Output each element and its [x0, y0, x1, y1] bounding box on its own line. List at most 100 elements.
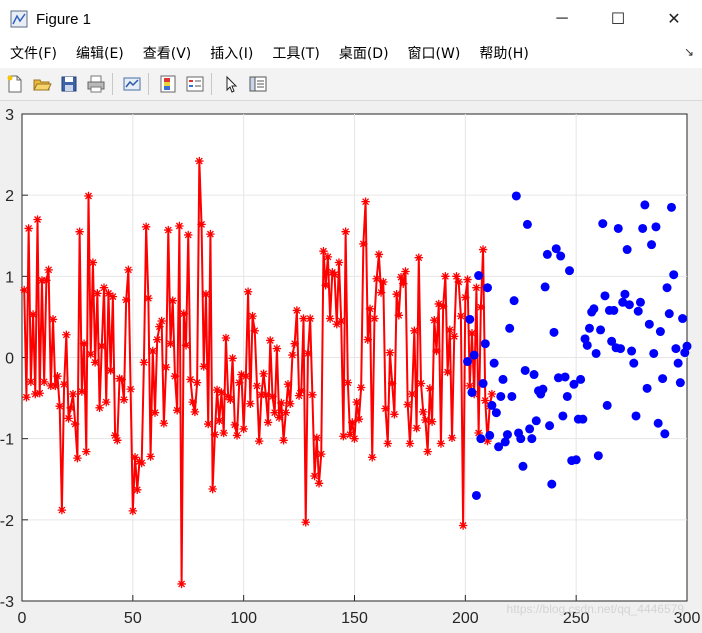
print-icon[interactable] — [84, 72, 108, 96]
watermark-text: https://blog.csdn.net/qq_4446579 — [507, 602, 685, 616]
data-point-star — [201, 289, 211, 299]
menu-view[interactable]: 查看(V) — [133, 43, 201, 63]
data-point-dot — [565, 266, 575, 276]
new-figure-icon[interactable] — [3, 72, 27, 96]
data-point-dot — [644, 319, 654, 329]
data-point-star — [425, 384, 435, 393]
data-point-star — [314, 479, 324, 488]
menu-help[interactable]: 帮助(H) — [469, 43, 537, 63]
menu-window[interactable]: 窗口(W) — [398, 43, 470, 63]
data-point-dot — [651, 222, 661, 232]
data-point-star — [261, 390, 271, 400]
data-point-dot — [596, 325, 606, 335]
data-point-star — [57, 505, 67, 515]
data-point-dot — [647, 240, 657, 250]
data-point-star — [370, 314, 379, 323]
data-point-star — [310, 471, 319, 481]
data-point-star — [301, 518, 310, 527]
data-point-dot — [483, 283, 492, 293]
data-point-star — [365, 304, 375, 313]
data-point-dot — [662, 283, 672, 293]
open-icon[interactable] — [30, 72, 54, 96]
data-point-dot — [498, 374, 508, 384]
data-point-star — [246, 399, 255, 408]
data-point-dot — [525, 424, 535, 434]
data-point-dot — [638, 223, 648, 233]
data-point-dot — [613, 223, 623, 233]
data-point-star — [44, 265, 53, 275]
data-point-star — [450, 332, 459, 341]
data-point-star — [478, 245, 488, 254]
data-point-star — [179, 309, 189, 318]
data-point-star — [325, 314, 335, 323]
data-point-star — [341, 227, 350, 236]
data-point-star — [35, 389, 44, 398]
figure-toolbar — [0, 68, 702, 101]
data-point-star — [230, 420, 239, 430]
chart[interactable]: 0 50 100 150 200 250 300-3-2-10123 https://blo… — [0, 101, 702, 628]
pointer-icon[interactable] — [219, 72, 243, 96]
toolbar-separator — [112, 73, 113, 95]
data-point-dot — [620, 289, 630, 299]
data-point-star — [235, 378, 244, 387]
data-point-dot — [624, 300, 634, 310]
data-point-star — [66, 403, 75, 413]
data-point-dot — [584, 323, 594, 333]
data-point-star — [250, 326, 259, 335]
menu-edit[interactable]: 编辑(E) — [66, 43, 133, 63]
data-point-star — [55, 402, 64, 411]
menu-file[interactable]: 文件(F) — [0, 43, 66, 63]
link-plot-icon[interactable] — [120, 72, 144, 96]
menu-insert[interactable]: 插入(I) — [200, 43, 262, 63]
plot-tools-icon[interactable] — [246, 72, 270, 96]
data-point-dot — [649, 348, 659, 358]
data-point-star — [423, 447, 432, 456]
data-point-star — [403, 400, 412, 409]
data-point-star — [463, 275, 472, 284]
data-point-star — [363, 335, 372, 344]
data-point-star — [170, 371, 180, 381]
data-point-star — [39, 377, 49, 387]
maximize-button[interactable]: ☐ — [590, 0, 646, 38]
data-point-star — [303, 349, 313, 358]
data-point-dot — [616, 344, 625, 354]
data-point-star — [259, 369, 268, 378]
legend-icon[interactable] — [183, 72, 207, 96]
minimize-button[interactable]: ─ — [534, 0, 590, 38]
y-tick-label: -2 — [0, 513, 14, 530]
data-point-dot — [682, 341, 692, 351]
data-point-star — [219, 428, 228, 438]
menu-desktop[interactable]: 桌面(D) — [329, 43, 398, 63]
y-tick-label: 0 — [5, 351, 14, 368]
data-point-star — [199, 362, 208, 371]
data-point-dot — [675, 378, 685, 388]
toolbar-separator — [148, 73, 149, 95]
data-point-star — [75, 227, 84, 236]
data-point-dot — [480, 339, 490, 349]
data-point-dot — [593, 451, 603, 461]
data-point-dot — [511, 191, 521, 201]
close-button[interactable]: ✕ — [646, 0, 702, 38]
data-point-dot — [576, 374, 586, 384]
data-point-star — [297, 386, 306, 395]
data-point-star — [339, 432, 348, 441]
data-point-dot — [666, 202, 676, 212]
data-point-star — [445, 325, 455, 335]
data-point-star — [399, 279, 408, 288]
dock-figure-icon[interactable]: ↘ — [684, 45, 694, 59]
data-point-dot — [655, 327, 665, 337]
data-point-star — [419, 407, 428, 417]
data-point-dot — [640, 200, 650, 210]
data-point-dot — [540, 282, 550, 292]
data-point-dot — [591, 348, 601, 358]
data-point-star — [119, 395, 129, 404]
colorbar-icon[interactable] — [156, 72, 180, 96]
data-point-star — [414, 253, 423, 262]
data-point-star — [144, 294, 153, 303]
data-point-star — [146, 452, 155, 461]
data-point-star — [124, 265, 133, 275]
menu-tools[interactable]: 工具(T) — [262, 43, 328, 63]
save-icon[interactable] — [57, 72, 81, 96]
data-point-dot — [520, 365, 530, 375]
x-tick-label: 100 — [230, 610, 257, 627]
